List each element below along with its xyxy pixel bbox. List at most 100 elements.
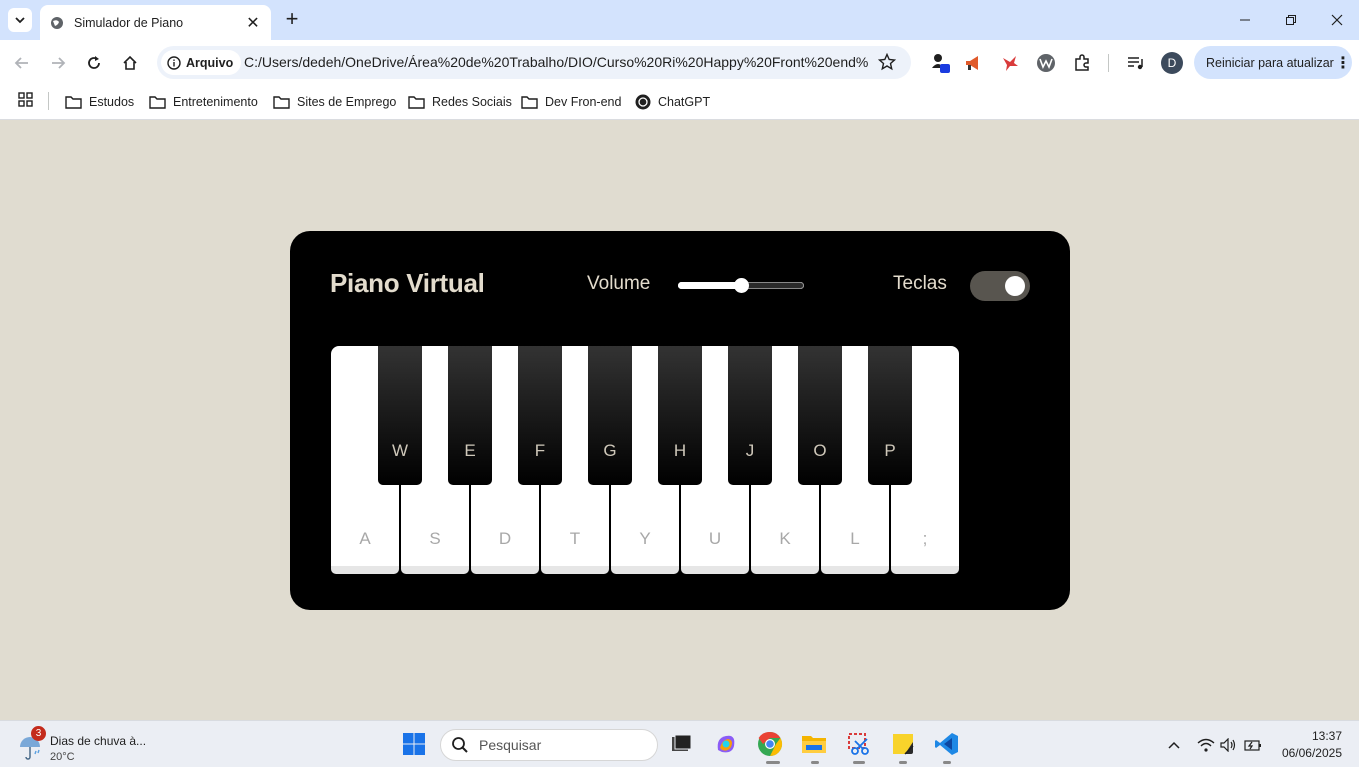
bookmark-chatgpt[interactable]: ChatGPT — [635, 92, 710, 112]
wifi-icon — [1197, 738, 1215, 752]
black-key-label: J — [745, 441, 755, 460]
chip-label: Arquivo — [186, 55, 234, 70]
black-key[interactable]: P — [868, 346, 912, 485]
white-key-label: S — [429, 529, 441, 548]
black-key[interactable]: J — [728, 346, 772, 485]
browser-toolbar: Arquivo C:/Users/dedeh/OneDrive/Área%20d… — [0, 40, 1359, 85]
tab-active[interactable]: Simulador de Piano ✕ — [40, 5, 271, 40]
black-key[interactable]: W — [378, 346, 422, 485]
taskbar-search[interactable]: Pesquisar — [440, 729, 658, 761]
snipping-tool-button[interactable] — [846, 731, 872, 757]
chrome-button[interactable] — [757, 731, 783, 757]
extension-1-button[interactable] — [929, 51, 953, 75]
keys-toggle[interactable] — [970, 271, 1030, 301]
bookmark-folder-entretenimento[interactable]: Entretenimento — [149, 92, 258, 112]
folder-icon — [149, 96, 166, 109]
task-view-button[interactable] — [668, 731, 694, 757]
site-info-chip[interactable]: Arquivo — [161, 50, 242, 75]
minimize-button[interactable] — [1235, 10, 1255, 30]
black-key[interactable]: H — [658, 346, 702, 485]
clock[interactable]: 13:37 06/06/2025 — [1272, 729, 1342, 760]
black-key[interactable]: F — [518, 346, 562, 485]
black-key[interactable]: E — [448, 346, 492, 485]
network-button[interactable] — [1196, 735, 1216, 755]
keys-label: Teclas — [893, 273, 947, 294]
globe-icon — [51, 16, 63, 29]
profile-avatar[interactable]: D — [1161, 52, 1183, 74]
folder-icon — [408, 96, 425, 109]
bookmark-label: Estudos — [89, 95, 135, 109]
restore-button[interactable] — [1281, 10, 1301, 30]
bookmark-folder-sites-de-emprego[interactable]: Sites de Emprego — [273, 92, 396, 112]
bookmark-folder-dev-fron-end[interactable]: Dev Fron-end — [521, 92, 621, 112]
white-key-label: T — [569, 529, 581, 548]
search-placeholder: Pesquisar — [479, 737, 542, 753]
update-button[interactable]: Reiniciar para atualizar ⋮ — [1194, 46, 1352, 79]
star-icon — [877, 52, 897, 71]
extension-4-button[interactable] — [1034, 51, 1058, 75]
sticky-notes-button[interactable] — [890, 731, 916, 757]
new-tab-button[interactable]: + — [282, 8, 302, 32]
volume-track-rest — [741, 282, 804, 289]
reload-button[interactable] — [82, 51, 106, 75]
show-hidden-icons-button[interactable] — [1164, 735, 1184, 755]
vscode-button[interactable] — [934, 731, 960, 757]
battery-charging-icon — [1244, 740, 1261, 751]
toggle-knob — [1005, 276, 1025, 296]
bookmark-folder-estudos[interactable]: Estudos — [65, 92, 134, 112]
white-key-label: Y — [639, 529, 651, 548]
black-key-label: W — [391, 441, 409, 460]
file-explorer-button[interactable] — [801, 731, 827, 757]
clock-time: 13:37 — [1311, 729, 1342, 743]
task-view-icon — [672, 734, 692, 751]
volume-fill — [678, 282, 741, 289]
close-window-button[interactable] — [1327, 10, 1347, 30]
puzzle-icon — [1075, 54, 1089, 71]
white-key-label: L — [850, 529, 860, 548]
playlist-icon — [1128, 57, 1143, 70]
media-control-button[interactable] — [1124, 51, 1148, 75]
bookmark-folder-redes-sociais[interactable]: Redes Sociais — [408, 92, 512, 112]
url-text[interactable]: C:/Users/dedeh/OneDrive/Área%20de%20Trab… — [244, 54, 869, 70]
apps-button[interactable] — [18, 92, 34, 113]
black-key[interactable]: O — [798, 346, 842, 485]
tab-strip: Simulador de Piano ✕ + — [0, 0, 1359, 40]
bookmark-label: ChatGPT — [658, 95, 711, 109]
bookmarks-bar: Estudos Entretenimento Sites de Emprego … — [0, 85, 1359, 120]
bookmark-label: Sites de Emprego — [297, 95, 397, 109]
white-key-label: ; — [922, 529, 928, 548]
volume-slider-thumb[interactable] — [733, 278, 749, 293]
close-tab-icon[interactable]: ✕ — [245, 13, 261, 33]
extensions-menu-button[interactable] — [1070, 51, 1094, 75]
copilot-icon — [717, 735, 735, 753]
copilot-button[interactable] — [713, 731, 739, 757]
battery-button[interactable] — [1243, 735, 1263, 755]
back-button[interactable] — [10, 51, 34, 75]
start-button[interactable] — [401, 731, 427, 757]
black-key[interactable]: G — [588, 346, 632, 485]
tab-search-button[interactable] — [8, 8, 32, 32]
weather-widget[interactable]: 3 Dias de chuva à... 20°C — [18, 726, 146, 763]
extension-2-button[interactable] — [962, 51, 986, 75]
more-vert-icon[interactable]: ⋮ — [1334, 53, 1352, 73]
restore-icon — [1286, 15, 1296, 25]
snip-running-indicator — [853, 761, 865, 764]
home-button[interactable] — [118, 51, 142, 75]
notification-badge: 3 — [31, 726, 46, 741]
white-key-label: U — [708, 529, 722, 548]
bookmark-star-button[interactable] — [877, 52, 897, 76]
folder-icon — [273, 96, 290, 109]
black-key-label: P — [884, 441, 896, 460]
white-key-label: A — [359, 529, 371, 548]
bird-icon — [1003, 56, 1018, 71]
search-icon — [452, 737, 468, 753]
extension-3-button[interactable] — [998, 51, 1022, 75]
black-key-label: E — [464, 441, 476, 460]
forward-button[interactable] — [46, 51, 70, 75]
address-bar[interactable]: Arquivo C:/Users/dedeh/OneDrive/Área%20d… — [157, 46, 911, 79]
volume-button[interactable] — [1219, 735, 1239, 755]
arrow-right-icon — [52, 57, 66, 69]
chrome-active-indicator — [766, 761, 780, 764]
sticky-notes-icon — [893, 734, 914, 755]
toolbar-divider — [1108, 54, 1109, 72]
